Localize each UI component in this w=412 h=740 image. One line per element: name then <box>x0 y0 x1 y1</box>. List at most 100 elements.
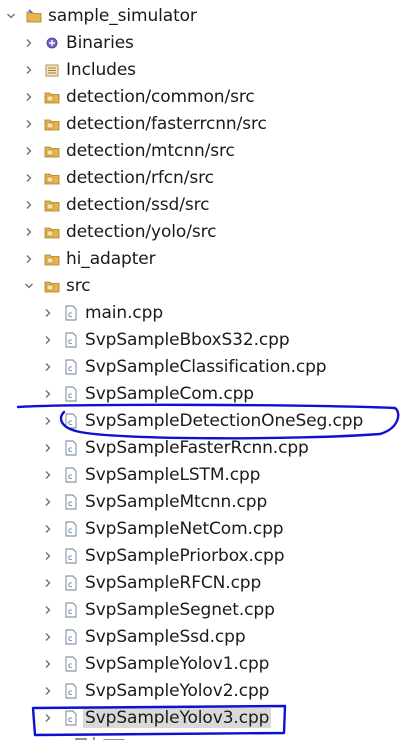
source-folder-icon <box>44 143 60 159</box>
tree-item-file-selected[interactable]: c SvpSampleYolov3.cpp <box>41 704 272 731</box>
tree-item-includes[interactable]: Includes <box>22 56 136 83</box>
chevron-right-icon[interactable] <box>41 461 55 488</box>
chevron-right-icon[interactable] <box>22 110 36 137</box>
svg-text:c: c <box>68 580 72 589</box>
tree-item-label: SvpSampleYolov1.cpp <box>85 653 270 674</box>
svg-text:c: c <box>68 499 72 508</box>
tree-item-label: Includes <box>66 59 136 80</box>
tree-item-source-folder[interactable]: detection/common/src <box>22 83 255 110</box>
chevron-right-icon[interactable] <box>22 191 36 218</box>
chevron-right-icon[interactable] <box>41 542 55 569</box>
chevron-right-icon[interactable] <box>22 56 36 83</box>
tree-item-file[interactable]: c SvpSamplePriorbox.cpp <box>41 542 285 569</box>
tree-item-file[interactable]: c SvpSampleClassification.cpp <box>41 353 327 380</box>
chevron-right-icon[interactable] <box>41 353 55 380</box>
chevron-right-icon[interactable] <box>41 380 55 407</box>
tree-item-source-folder[interactable]: detection/fasterrcnn/src <box>22 110 267 137</box>
source-folder-icon <box>44 116 60 132</box>
tree-item-label: detection/rfcn/src <box>66 167 214 188</box>
cpp-file-icon: c <box>63 656 79 672</box>
tree-item-file[interactable]: c SvpSampleBboxS32.cpp <box>41 326 290 353</box>
tree-item-source-folder[interactable]: detection/rfcn/src <box>22 164 214 191</box>
cpp-file-icon: c <box>63 521 79 537</box>
chevron-right-icon[interactable] <box>41 515 55 542</box>
project-folder-icon <box>26 8 42 24</box>
chevron-right-icon[interactable] <box>41 623 55 650</box>
svg-text:c: c <box>68 526 72 535</box>
chevron-right-icon[interactable] <box>41 488 55 515</box>
includes-icon <box>44 62 60 78</box>
tree-item-label: detection/mtcnn/src <box>66 140 235 161</box>
tree-item-label: SvpSampleYolov2.cpp <box>85 680 270 701</box>
chevron-right-icon[interactable] <box>41 299 55 326</box>
tree-item-file[interactable]: c SvpSampleCom.cpp <box>41 380 254 407</box>
chevron-right-icon[interactable] <box>22 29 36 56</box>
cpp-file-icon: c <box>63 440 79 456</box>
tree-item-file[interactable]: c SvpSampleLSTM.cpp <box>41 461 260 488</box>
tree-item-label: SvpSampleLSTM.cpp <box>85 464 261 485</box>
tree-item-project[interactable]: sample_simulator <box>4 2 197 29</box>
chevron-right-icon[interactable] <box>41 434 55 461</box>
cpp-file-icon: c <box>63 548 79 564</box>
tree-item-source-folder[interactable]: detection/yolo/src <box>22 218 216 245</box>
tree-item-src-folder[interactable]: src <box>22 272 91 299</box>
tree-item-source-folder[interactable]: detection/mtcnn/src <box>22 137 235 164</box>
tree-item-file[interactable]: c SvpSampleSegnet.cpp <box>41 596 275 623</box>
chevron-down-icon[interactable] <box>4 2 18 29</box>
tree-item-file[interactable]: c SvpSampleDetectionOneSeg.cpp <box>41 407 363 434</box>
source-folder-icon <box>44 251 60 267</box>
tree-item-label: SvpSampleSegnet.cpp <box>85 599 275 620</box>
svg-text:c: c <box>68 553 72 562</box>
tree-item-binaries[interactable]: Binaries <box>22 29 134 56</box>
tree-item-file[interactable]: c SvpSampleNetCom.cpp <box>41 515 284 542</box>
tree-item-label: sample_simulator <box>48 5 197 26</box>
cpp-file-icon: c <box>63 602 79 618</box>
tree-item-file[interactable]: c SvpSampleMtcnn.cpp <box>41 488 267 515</box>
chevron-right-icon[interactable] <box>22 245 36 272</box>
tree-item-label: detection/fasterrcnn/src <box>66 113 267 134</box>
chevron-right-icon[interactable] <box>22 137 36 164</box>
tree-item-source-folder[interactable]: detection/ssd/src <box>22 191 209 218</box>
source-folder-icon <box>44 224 60 240</box>
tree-item-file[interactable]: c SvpSampleFasterRcnn.cpp <box>41 434 309 461</box>
tree-item-file[interactable]: c SvpSampleYolov1.cpp <box>41 650 269 677</box>
source-folder-icon <box>44 170 60 186</box>
svg-text:c: c <box>68 364 72 373</box>
svg-text:c: c <box>68 472 72 481</box>
tree-item-label: SvpSampleRFCN.cpp <box>85 572 262 593</box>
svg-text:c: c <box>68 607 72 616</box>
source-folder-icon <box>44 197 60 213</box>
chevron-right-icon[interactable] <box>41 326 55 353</box>
cpp-file-icon: c <box>63 386 79 402</box>
tree-item-label: src <box>66 275 91 296</box>
svg-text:c: c <box>68 688 72 697</box>
svg-text:c: c <box>68 445 72 454</box>
tree-item-label: detection/ssd/src <box>66 194 210 215</box>
chevron-right-icon[interactable] <box>41 650 55 677</box>
tree-item-label: hi_adapter <box>66 248 156 269</box>
chevron-down-icon[interactable] <box>22 272 36 299</box>
svg-text:c: c <box>68 634 72 643</box>
tree-item-label: SvpSampleDetectionOneSeg.cpp <box>85 410 364 431</box>
chevron-right-icon[interactable] <box>41 704 55 731</box>
svg-text:c: c <box>68 310 72 319</box>
chevron-right-icon[interactable] <box>22 83 36 110</box>
tree-item-file[interactable]: c SvpSampleRFCN.cpp <box>41 569 261 596</box>
chevron-right-icon[interactable] <box>22 218 36 245</box>
chevron-right-icon[interactable] <box>41 677 55 704</box>
chevron-right-icon[interactable] <box>41 407 55 434</box>
svg-text:c: c <box>68 418 72 427</box>
tree-item-file[interactable]: c SvpSampleYolov2.cpp <box>41 677 269 704</box>
tree-item-source-folder[interactable]: hi_adapter <box>22 245 156 272</box>
svg-text:c: c <box>68 715 72 724</box>
svg-text:c: c <box>68 391 72 400</box>
tree-item-label: SvpSampleYolov3.cpp <box>83 707 272 728</box>
chevron-right-icon[interactable] <box>41 596 55 623</box>
tree-item-label: SvpSampleClassification.cpp <box>85 356 327 377</box>
tree-item-file[interactable]: c SvpSampleSsd.cpp <box>41 623 246 650</box>
tree-item-file[interactable]: c main.cpp <box>41 299 163 326</box>
cpp-file-icon: c <box>63 305 79 321</box>
chevron-right-icon[interactable] <box>41 569 55 596</box>
cpp-file-icon: c <box>63 332 79 348</box>
chevron-right-icon[interactable] <box>22 164 36 191</box>
